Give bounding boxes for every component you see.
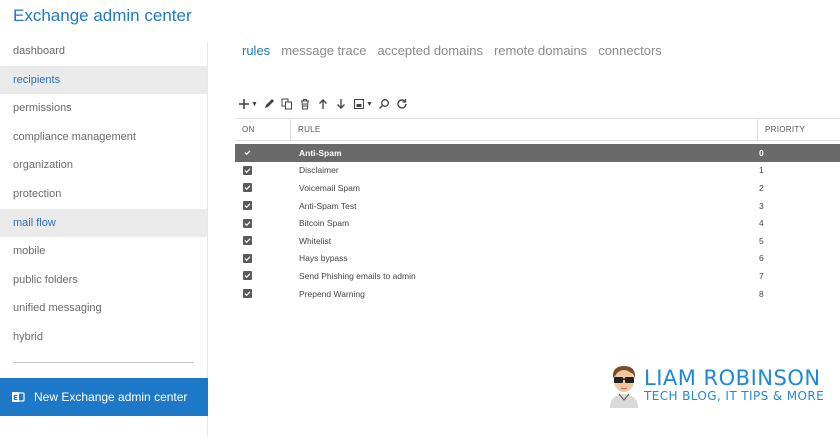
enabled-checkbox[interactable] bbox=[243, 289, 252, 299]
rule-priority: 5 bbox=[759, 235, 764, 246]
sidebar-separator bbox=[13, 361, 194, 363]
copy-icon bbox=[281, 98, 293, 110]
sidebar-item-protection[interactable]: protection bbox=[0, 180, 208, 209]
edit-button[interactable] bbox=[263, 96, 276, 112]
rule-priority: 6 bbox=[759, 253, 764, 264]
rule-name: Hays bypass bbox=[299, 253, 348, 264]
sidebar-item-permissions[interactable]: permissions bbox=[0, 94, 208, 123]
table-row[interactable]: Whitelist 5 bbox=[235, 232, 840, 250]
edit-icon bbox=[263, 98, 275, 110]
rule-name: Voicemail Spam bbox=[299, 182, 360, 193]
enabled-checkbox[interactable] bbox=[243, 165, 252, 175]
tab-connectors[interactable]: connectors bbox=[598, 43, 662, 58]
sidebar-item-mobile[interactable]: mobile bbox=[0, 237, 208, 266]
column-header-priority[interactable]: PRIORITY bbox=[757, 119, 840, 140]
rule-priority: 1 bbox=[759, 165, 764, 176]
rule-name: Disclaimer bbox=[299, 165, 339, 176]
refresh-button[interactable] bbox=[396, 96, 409, 112]
rule-priority: 3 bbox=[759, 200, 764, 211]
chevron-down-icon: ▼ bbox=[365, 100, 373, 108]
toolbar: ▼ ▼ bbox=[238, 96, 409, 112]
sidebar-item-hybrid[interactable]: hybrid bbox=[0, 323, 208, 352]
rule-priority: 0 bbox=[759, 147, 764, 158]
rule-name: Anti-Spam Test bbox=[299, 200, 357, 211]
delete-icon bbox=[299, 98, 311, 110]
enabled-checkbox[interactable] bbox=[243, 218, 252, 228]
new-exchange-admin-center-label: New Exchange admin center bbox=[34, 390, 188, 404]
watermark-tagline: TECH BLOG, IT TIPS & MORE bbox=[644, 389, 825, 403]
table-row[interactable]: Anti-Spam Test 3 bbox=[235, 197, 840, 215]
rule-name: Anti-Spam bbox=[299, 147, 342, 158]
column-header-rule[interactable]: RULE bbox=[290, 119, 757, 140]
copy-button[interactable] bbox=[281, 96, 294, 112]
rule-priority: 8 bbox=[759, 288, 764, 299]
column-header-on[interactable]: ON bbox=[235, 125, 290, 134]
table-row[interactable]: Send Phishing emails to admin 7 bbox=[235, 267, 840, 285]
table-row[interactable]: Voicemail Spam 2 bbox=[235, 179, 840, 197]
sidebar-item-mail-flow[interactable]: mail flow bbox=[0, 208, 208, 238]
tab-bar: rules message trace accepted domains rem… bbox=[242, 43, 662, 58]
tab-message-trace[interactable]: message trace bbox=[281, 43, 366, 58]
enabled-checkbox[interactable] bbox=[243, 236, 252, 246]
search-icon bbox=[378, 98, 390, 110]
exchange-logo-icon: E bbox=[11, 390, 25, 404]
refresh-icon bbox=[396, 98, 408, 110]
rule-priority: 2 bbox=[759, 182, 764, 193]
rule-name: Send Phishing emails to admin bbox=[299, 270, 416, 281]
app-title: Exchange admin center bbox=[13, 6, 192, 25]
export-icon bbox=[353, 98, 365, 110]
delete-button[interactable] bbox=[299, 96, 312, 112]
table-row[interactable]: Prepend Warning 8 bbox=[235, 285, 840, 303]
rule-priority: 7 bbox=[759, 270, 764, 281]
tab-accepted-domains[interactable]: accepted domains bbox=[377, 43, 483, 58]
sidebar-item-organization[interactable]: organization bbox=[0, 151, 208, 180]
tab-rules[interactable]: rules bbox=[242, 43, 270, 58]
add-icon bbox=[238, 98, 250, 110]
rule-name: Bitcoin Spam bbox=[299, 218, 350, 229]
rules-table: ON RULE PRIORITY Anti-Spam 0 Disclaimer … bbox=[235, 118, 840, 302]
tab-remote-domains[interactable]: remote domains bbox=[494, 43, 587, 58]
move-up-icon bbox=[317, 98, 329, 110]
chevron-down-icon: ▼ bbox=[251, 100, 258, 108]
enabled-checkbox[interactable] bbox=[243, 183, 252, 193]
enabled-checkbox[interactable] bbox=[243, 253, 252, 263]
sidebar-item-compliance-management[interactable]: compliance management bbox=[0, 123, 208, 152]
enabled-checkbox[interactable] bbox=[243, 148, 252, 158]
rule-name: Prepend Warning bbox=[299, 288, 365, 299]
svg-text:E: E bbox=[13, 394, 18, 402]
enabled-checkbox[interactable] bbox=[243, 201, 252, 211]
sidebar: dashboard recipients permissions complia… bbox=[0, 37, 208, 437]
table-row[interactable]: Anti-Spam 0 bbox=[235, 144, 840, 162]
sidebar-item-dashboard[interactable]: dashboard bbox=[0, 37, 208, 66]
watermark-name: LIAM ROBINSON bbox=[644, 366, 821, 390]
move-up-button[interactable] bbox=[317, 96, 330, 112]
rule-name: Whitelist bbox=[299, 235, 332, 246]
table-body: Anti-Spam 0 Disclaimer 1 Voicemail Spam … bbox=[235, 144, 840, 302]
move-down-icon bbox=[335, 98, 347, 110]
new-exchange-admin-center-button[interactable]: E New Exchange admin center bbox=[0, 378, 208, 416]
sidebar-item-public-folders[interactable]: public folders bbox=[0, 266, 208, 295]
rule-priority: 4 bbox=[759, 218, 764, 229]
table-header: ON RULE PRIORITY bbox=[235, 118, 840, 141]
sidebar-item-unified-messaging[interactable]: unified messaging bbox=[0, 294, 208, 323]
table-row[interactable]: Disclaimer 1 bbox=[235, 162, 840, 180]
avatar-icon bbox=[606, 362, 642, 408]
export-button[interactable]: ▼ bbox=[353, 96, 373, 112]
enabled-checkbox[interactable] bbox=[243, 271, 252, 281]
move-down-button[interactable] bbox=[335, 96, 348, 112]
table-row[interactable]: Hays bypass 6 bbox=[235, 250, 840, 268]
search-button[interactable] bbox=[378, 96, 391, 112]
blog-watermark: LIAM ROBINSON TECH BLOG, IT TIPS & MORE bbox=[606, 362, 824, 408]
sidebar-item-recipients[interactable]: recipients bbox=[0, 65, 208, 95]
table-row[interactable]: Bitcoin Spam 4 bbox=[235, 214, 840, 232]
add-button[interactable]: ▼ bbox=[238, 96, 258, 112]
